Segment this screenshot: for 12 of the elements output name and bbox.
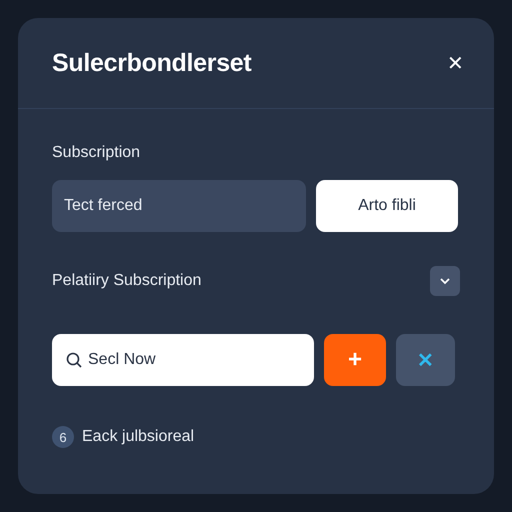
section-label: Subscription <box>52 144 140 161</box>
close-button[interactable]: ✕ <box>443 48 468 78</box>
dialog-title: Sulecrbondlerset <box>52 48 252 78</box>
auto-fill-button[interactable]: Arto fibli <box>316 180 458 232</box>
dropdown-button[interactable] <box>430 266 460 296</box>
footer-text: Eack julbsioreal <box>82 428 194 446</box>
text-field[interactable]: Tect ferced <box>52 180 306 232</box>
chevron-icon <box>439 277 451 285</box>
search-icon <box>66 352 82 368</box>
footer-badge: 6 <box>52 426 74 448</box>
dropdown-label: Pelatiiry Subscription <box>52 272 202 290</box>
search-field[interactable]: Secl Now <box>52 334 314 386</box>
